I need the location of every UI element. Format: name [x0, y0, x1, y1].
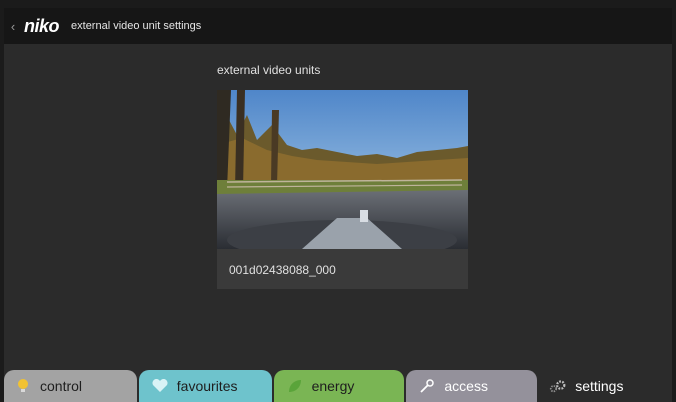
- tab-label: favourites: [176, 378, 238, 394]
- video-unit-card[interactable]: 001d02438088_000: [217, 90, 468, 289]
- tab-favourites[interactable]: favourites: [138, 370, 272, 402]
- tab-bar: control favourites energy access setting…: [4, 370, 672, 402]
- video-unit-name: 001d02438088_000: [229, 263, 336, 277]
- camera-thumbnail: [217, 90, 468, 249]
- niko-logo: niko: [24, 15, 60, 36]
- tab-settings[interactable]: settings: [539, 370, 672, 402]
- header-bar: ‹ niko external video unit settings: [4, 8, 672, 44]
- lightbulb-icon: [14, 377, 32, 395]
- leaf-icon: [286, 377, 304, 395]
- page-title: external video unit settings: [71, 20, 202, 32]
- app-screen: ‹ niko external video unit settings exte…: [4, 8, 672, 402]
- key-icon: [418, 377, 436, 395]
- tab-label: control: [40, 378, 83, 394]
- tab-label: energy: [311, 378, 355, 394]
- tab-access[interactable]: access: [406, 370, 538, 402]
- tab-label: settings: [575, 378, 624, 394]
- chevron-left-icon[interactable]: ‹: [6, 16, 20, 36]
- heart-icon: [151, 377, 169, 395]
- section-label: external video units: [217, 63, 321, 77]
- gears-icon: [549, 377, 567, 395]
- tab-control[interactable]: control: [4, 370, 137, 402]
- tab-label: access: [444, 378, 488, 394]
- tab-energy[interactable]: energy: [273, 370, 405, 402]
